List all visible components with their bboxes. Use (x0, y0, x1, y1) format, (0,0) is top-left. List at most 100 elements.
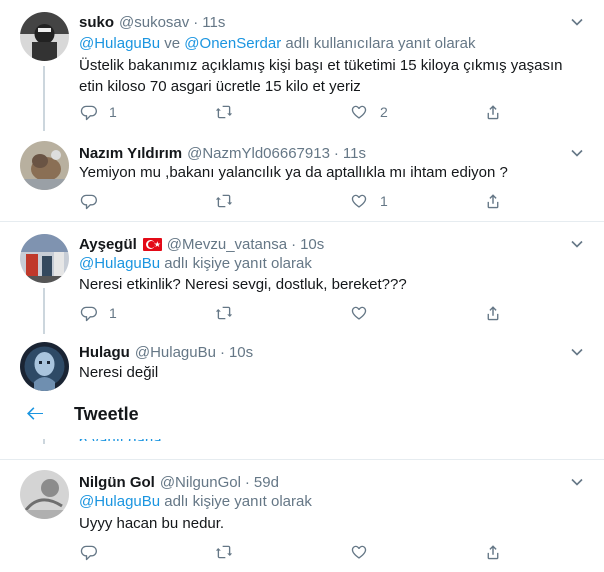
tweet-aysegul[interactable]: Ayşegül ★ @Mevzu_vatansa · 10s @HulaguBu… (0, 222, 604, 334)
dot-separator: · (193, 13, 199, 31)
share-icon (487, 545, 499, 560)
reply-joiner: ve (164, 35, 181, 52)
tweet-suko[interactable]: suko @sukosav · 11s @HulaguBu ve @OnenSe… (0, 0, 604, 131)
tweet-actions: 1 (79, 191, 509, 211)
author-handle[interactable]: @HulaguBu (135, 344, 216, 361)
tweet-actions: 1 (79, 303, 509, 323)
reply-button[interactable] (79, 542, 109, 562)
share-icon (487, 194, 499, 209)
author-handle[interactable]: @sukosav (119, 14, 189, 31)
mention-link[interactable]: @HulaguBu (79, 493, 160, 510)
avatar[interactable] (20, 470, 69, 519)
avatar[interactable] (20, 342, 69, 391)
reply-button[interactable]: 1 (79, 303, 117, 323)
like-icon (351, 105, 367, 119)
reply-suffix: adlı kullanıcılara yanıt olarak (285, 35, 476, 52)
author-handle[interactable]: @NazmYld06667913 (187, 145, 330, 162)
author-name[interactable]: Nilgün Gol (79, 474, 155, 491)
avatar[interactable] (20, 234, 69, 283)
retweet-button[interactable] (215, 191, 245, 211)
reply-context: @HulaguBu adlı kişiye yanıt olarak (79, 255, 312, 272)
reply-icon (80, 105, 97, 121)
reply-count: 1 (109, 104, 117, 120)
back-arrow-icon[interactable] (26, 405, 44, 423)
share-icon (487, 105, 499, 120)
like-button[interactable]: 2 (350, 102, 388, 122)
tweet-text: Yemiyon mu ,bakanı yalancılık ya da apta… (79, 164, 508, 181)
chevron-down-icon[interactable] (570, 237, 584, 251)
like-icon (351, 306, 367, 320)
avatar[interactable] (20, 12, 69, 61)
share-button[interactable] (484, 542, 502, 562)
author-name[interactable]: Nazım Yıldırım (79, 145, 182, 162)
author-name[interactable]: suko (79, 14, 114, 31)
share-icon (487, 306, 499, 321)
retweet-button[interactable] (215, 303, 245, 323)
timestamp[interactable]: 10s (229, 344, 253, 361)
chevron-down-icon[interactable] (570, 475, 584, 489)
reply-count: 1 (109, 305, 117, 321)
retweet-icon (215, 306, 233, 320)
tweet-nilgun[interactable]: Nilgün Gol @NilgunGol · 59d @HulaguBu ad… (0, 460, 604, 572)
avatar[interactable] (20, 141, 69, 190)
timestamp[interactable]: 10s (300, 236, 324, 253)
like-count: 1 (380, 193, 388, 209)
tweet-actions: 1 2 (79, 102, 509, 122)
like-button[interactable] (350, 542, 380, 562)
tweet-text: Neresi etkinlik? Neresi sevgi, dostluk, … (79, 276, 407, 293)
compose-header: Tweetle (0, 391, 604, 439)
reply-icon (80, 194, 97, 210)
mention-link[interactable]: @HulaguBu (79, 255, 160, 272)
chevron-down-icon[interactable] (570, 15, 584, 29)
like-button[interactable]: 1 (350, 191, 388, 211)
mention-link[interactable]: @OnenSerdar (184, 35, 281, 52)
author-handle[interactable]: @Mevzu_vatansa (167, 236, 287, 253)
like-count: 2 (380, 104, 388, 120)
reply-icon (80, 306, 97, 322)
chevron-down-icon[interactable] (570, 146, 584, 160)
share-button[interactable] (484, 303, 502, 323)
dot-separator: · (333, 144, 339, 162)
author-name[interactable]: Ayşegül (79, 236, 137, 253)
timestamp[interactable]: 11s (202, 14, 225, 31)
tweet-header: suko @sukosav · 11s (79, 12, 225, 32)
tweet-header: Hulagu @HulaguBu · 10s (79, 342, 253, 362)
dot-separator: · (219, 343, 225, 361)
share-button[interactable] (484, 191, 502, 211)
compose-title: Tweetle (74, 404, 139, 424)
like-icon (351, 194, 367, 208)
reply-button[interactable] (79, 191, 109, 211)
reply-context: @HulaguBu adlı kişiye yanıt olarak (79, 493, 312, 510)
reply-button[interactable]: 1 (79, 102, 117, 122)
dot-separator: · (244, 473, 250, 491)
tweet-text: Uyyy hacan bu nedur. (79, 515, 225, 532)
share-button[interactable] (484, 102, 502, 122)
chevron-down-icon[interactable] (570, 345, 584, 359)
tweet-header: Nilgün Gol @NilgunGol · 59d (79, 472, 279, 492)
tweet-text: Neresi değil (79, 364, 159, 381)
tweet-text: Üstelik bakanımız açıklamış kişi başı et… (79, 57, 563, 95)
reply-context: @HulaguBu ve @OnenSerdar adlı kullanıcıl… (79, 35, 476, 52)
timestamp[interactable]: 11s (343, 145, 366, 162)
tweet-nazim[interactable]: Nazım Yıldırım @NazmYld06667913 · 11s Ye… (0, 131, 604, 222)
tweet-header: Nazım Yıldırım @NazmYld06667913 · 11s (79, 143, 366, 163)
thread-line (43, 66, 45, 131)
author-name[interactable]: Hulagu (79, 344, 130, 361)
thread-line (43, 288, 45, 334)
mention-link[interactable]: @HulaguBu (79, 35, 160, 52)
timestamp[interactable]: 59d (254, 474, 279, 491)
reply-suffix: adlı kişiye yanıt olarak (164, 255, 312, 272)
like-button[interactable] (350, 303, 380, 323)
like-icon (351, 545, 367, 559)
retweet-button[interactable] (215, 542, 245, 562)
author-handle[interactable]: @NilgunGol (160, 474, 241, 491)
turkey-flag-icon: ★ (142, 237, 162, 251)
retweet-icon (215, 194, 233, 208)
reply-icon (80, 545, 97, 561)
retweet-icon (215, 545, 233, 559)
tweet-header: Ayşegül ★ @Mevzu_vatansa · 10s (79, 234, 324, 254)
retweet-icon (215, 105, 233, 119)
reply-suffix: adlı kişiye yanıt olarak (164, 493, 312, 510)
dot-separator: · (291, 235, 297, 253)
retweet-button[interactable] (215, 102, 245, 122)
